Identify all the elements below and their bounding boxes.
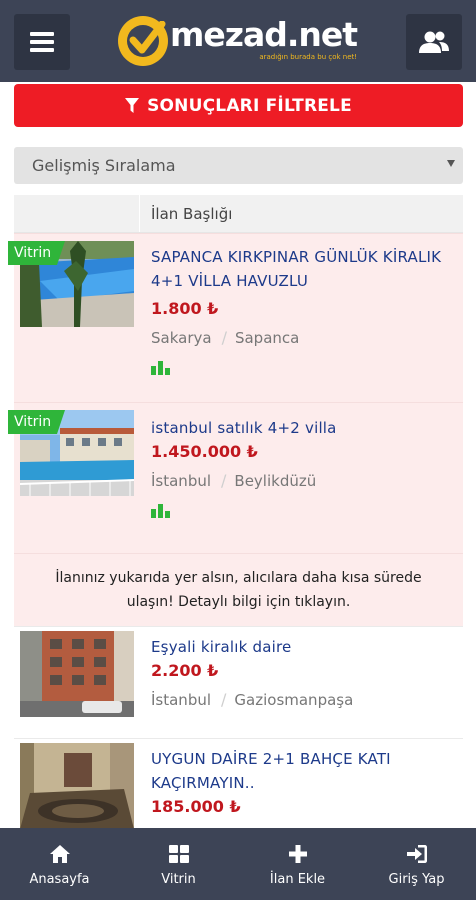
listing-location: Sakarya / Sapanca — [151, 328, 453, 347]
listing-info: UYGUN DAİRE 2+1 BAHÇE KATI KAÇIRMAYIN.. … — [151, 747, 453, 816]
nav-vitrin[interactable]: Vitrin — [119, 828, 238, 900]
sign-in-icon — [406, 842, 428, 866]
listing-price: 2.200 ₺ — [151, 661, 219, 680]
nav-home[interactable]: Anasayfa — [0, 828, 119, 900]
logo-tagline: aradığın burada bu çok net! — [259, 53, 358, 61]
logo[interactable]: mezad.net aradığın burada bu çok net! — [118, 15, 358, 68]
listing-district: Sapanca — [234, 328, 300, 347]
listing-row[interactable]: Vitrin istanbul satılık 4+2 villa 1.450.… — [8, 402, 463, 553]
listing-price: 185.000 ₺ — [151, 797, 241, 816]
app-header: mezad.net aradığın burada bu çok net! — [0, 0, 476, 82]
listing-district: Beylikdüzü — [234, 471, 317, 490]
grid-icon — [168, 842, 190, 866]
listing-photo[interactable] — [20, 743, 134, 828]
vitrin-badge: Vitrin — [8, 241, 66, 265]
bar-chart-icon[interactable] — [151, 361, 453, 375]
listings-table: İlan Başlığı — [14, 195, 463, 233]
home-icon — [49, 842, 71, 866]
listing-city: Sakarya — [151, 328, 212, 347]
nav-label: İlan Ekle — [269, 871, 326, 887]
nav-label: Anasayfa — [29, 871, 90, 887]
logo-check-icon — [118, 16, 168, 66]
logo-name: mezad.net — [170, 15, 358, 54]
hamburger-icon — [30, 28, 54, 56]
account-button[interactable] — [406, 14, 462, 70]
table-header: İlan Başlığı — [14, 195, 463, 233]
filter-button-label: SONUÇLARI FİLTRELE — [147, 95, 352, 116]
menu-button[interactable] — [14, 14, 70, 70]
listing-photo[interactable] — [20, 631, 134, 717]
listing-city: İstanbul — [151, 690, 212, 709]
listing-info: SAPANCA KIRKPINAR GÜNLÜK KİRALIK 4+1 VİL… — [151, 245, 453, 375]
listing-title[interactable]: UYGUN DAİRE 2+1 BAHÇE KATI KAÇIRMAYIN.. — [151, 747, 453, 795]
nav-login[interactable]: Giriş Yap — [357, 828, 476, 900]
vitrin-badge: Vitrin — [8, 410, 66, 434]
listing-title[interactable]: SAPANCA KIRKPINAR GÜNLÜK KİRALIK 4+1 VİL… — [151, 245, 453, 293]
listing-city: İstanbul — [151, 471, 212, 490]
promo-banner[interactable]: İlanınız yukarıda yer alsın, alıcılara d… — [14, 553, 463, 626]
nav-label: Giriş Yap — [388, 871, 445, 887]
listing-row[interactable]: Vitrin SAPANCA KIRKPINAR GÜNLÜK KİRALIK … — [8, 233, 463, 402]
listing-row[interactable]: Eşyali kiralık daire 2.200 ₺ İstanbul / … — [14, 626, 463, 738]
listing-location: İstanbul / Gaziosmanpaşa — [151, 690, 453, 709]
nav-label: Vitrin — [161, 871, 196, 887]
table-header-title-col: İlan Başlığı — [151, 204, 233, 223]
listing-price: 1.800 ₺ — [151, 299, 219, 318]
table-header-image-col — [14, 195, 140, 232]
listing-info: Eşyali kiralık daire 2.200 ₺ İstanbul / … — [151, 635, 453, 709]
location-separator: / — [221, 471, 227, 490]
listing-info: istanbul satılık 4+2 villa 1.450.000 ₺ İ… — [151, 416, 453, 518]
listing-title[interactable]: istanbul satılık 4+2 villa — [151, 416, 453, 440]
bottom-nav: Anasayfa Vitrin İlan Ekle Giriş Yap — [0, 828, 476, 900]
sort-selected-value: Gelişmiş Sıralama — [32, 156, 176, 175]
dropdown-arrow-icon — [447, 160, 455, 167]
listing-price: 1.450.000 ₺ — [151, 442, 258, 461]
listing-row[interactable]: UYGUN DAİRE 2+1 BAHÇE KATI KAÇIRMAYIN.. … — [14, 738, 463, 828]
plus-icon — [288, 842, 308, 866]
listing-title[interactable]: Eşyali kiralık daire — [151, 635, 453, 659]
filter-icon — [125, 98, 140, 113]
users-icon — [419, 31, 449, 53]
filter-results-button[interactable]: SONUÇLARI FİLTRELE — [14, 84, 463, 127]
listing-location: İstanbul / Beylikdüzü — [151, 471, 453, 490]
location-separator: / — [221, 690, 227, 709]
nav-add-listing[interactable]: İlan Ekle — [238, 828, 357, 900]
bar-chart-icon[interactable] — [151, 504, 453, 518]
location-separator: / — [221, 328, 227, 347]
sort-select[interactable]: Gelişmiş Sıralama — [14, 147, 463, 184]
listing-district: Gaziosmanpaşa — [234, 690, 354, 709]
